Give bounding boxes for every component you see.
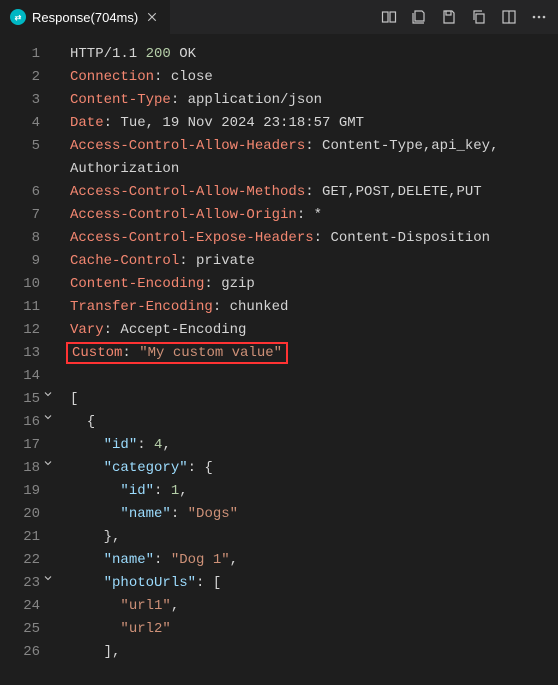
line-number: 18 [0,457,58,480]
code-line: "category": { [70,457,558,480]
code-line: [ [70,388,558,411]
line-number: 22 [0,549,58,572]
copy-icon[interactable] [470,8,488,26]
more-icon[interactable] [530,8,548,26]
tab-bar: ⇄ Response(704ms) [0,0,558,35]
editor-actions [380,8,558,26]
line-gutter: 1234567891011121314151617181920212223242… [0,43,58,685]
line-number: 8 [0,227,58,250]
line-number: 14 [0,365,58,388]
line-number: 4 [0,112,58,135]
line-number: 23 [0,572,58,595]
code-content[interactable]: HTTP/1.1 200 OKConnection: closeContent-… [58,43,558,685]
code-line: "id": 1, [70,480,558,503]
line-number: 3 [0,89,58,112]
fold-toggle-icon[interactable] [42,388,56,400]
http-icon: ⇄ [10,9,26,25]
code-line: Connection: close [70,66,558,89]
code-line: Access-Control-Allow-Origin: * [70,204,558,227]
code-line: "name": "Dogs" [70,503,558,526]
line-number: 25 [0,618,58,641]
line-number: 11 [0,296,58,319]
tab-response[interactable]: ⇄ Response(704ms) [0,0,170,35]
code-line: Cache-Control: private [70,250,558,273]
code-line: HTTP/1.1 200 OK [70,43,558,66]
code-line: { [70,411,558,434]
code-line: Access-Control-Allow-Methods: GET,POST,D… [70,181,558,204]
code-line: Custom: "My custom value" [70,342,558,365]
code-line: "id": 4, [70,434,558,457]
line-number: 19 [0,480,58,503]
code-line [70,365,558,388]
fold-toggle-icon[interactable] [42,572,56,584]
code-line: Transfer-Encoding: chunked [70,296,558,319]
line-number: 6 [0,181,58,204]
split-editor-icon[interactable] [500,8,518,26]
code-line: "name": "Dog 1", [70,549,558,572]
line-number: 26 [0,641,58,664]
save-all-icon[interactable] [410,8,428,26]
code-line: }, [70,526,558,549]
line-number: 5 [0,135,58,158]
code-line: "photoUrls": [ [70,572,558,595]
line-number [0,158,58,181]
code-line: "url1", [70,595,558,618]
code-line: Access-Control-Allow-Headers: Content-Ty… [70,135,558,158]
highlighted-line: Custom: "My custom value" [66,342,288,364]
code-editor[interactable]: 1234567891011121314151617181920212223242… [0,35,558,685]
line-number: 24 [0,595,58,618]
tab-title: Response(704ms) [32,10,138,25]
line-number: 16 [0,411,58,434]
line-number: 12 [0,319,58,342]
line-number: 17 [0,434,58,457]
line-number: 20 [0,503,58,526]
code-line: Vary: Accept-Encoding [70,319,558,342]
line-number: 15 [0,388,58,411]
line-number: 9 [0,250,58,273]
line-number: 13 [0,342,58,365]
code-line: Authorization [70,158,558,181]
line-number: 21 [0,526,58,549]
line-number: 10 [0,273,58,296]
close-icon[interactable] [144,9,160,25]
compare-icon[interactable] [380,8,398,26]
line-number: 2 [0,66,58,89]
fold-toggle-icon[interactable] [42,411,56,423]
line-number: 1 [0,43,58,66]
code-line: Access-Control-Expose-Headers: Content-D… [70,227,558,250]
line-number: 7 [0,204,58,227]
code-line: Content-Encoding: gzip [70,273,558,296]
code-line: Date: Tue, 19 Nov 2024 23:18:57 GMT [70,112,558,135]
save-icon[interactable] [440,8,458,26]
code-line: "url2" [70,618,558,641]
code-line: Content-Type: application/json [70,89,558,112]
code-line: ], [70,641,558,664]
fold-toggle-icon[interactable] [42,457,56,469]
